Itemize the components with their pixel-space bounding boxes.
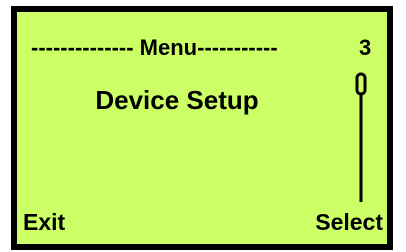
select-softkey[interactable]: Select [315,208,383,236]
scrollbar-graphic [355,72,367,202]
exit-softkey[interactable]: Exit [23,208,65,236]
menu-header-row: -------------- Menu----------- 3 [17,34,387,64]
current-menu-item[interactable]: Device Setup [17,84,337,116]
lcd-screen: -------------- Menu----------- 3 Device … [11,6,393,250]
scrollbar-thumb [355,72,367,96]
menu-scrollbar[interactable] [351,72,371,202]
menu-page-number: 3 [359,35,372,60]
menu-header-title: -------------- Menu----------- [31,35,278,60]
